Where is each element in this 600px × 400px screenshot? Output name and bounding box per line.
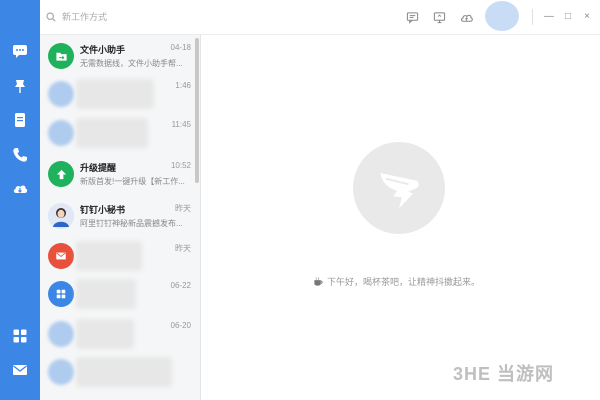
- conversation-time: 昨天: [175, 204, 191, 213]
- greeting-text: 下午好，喝杯茶吧，让精神抖擞起来。: [327, 277, 481, 287]
- blurred-content: [76, 241, 142, 271]
- cloud-icon[interactable]: [11, 179, 29, 197]
- conversation-item[interactable]: [40, 353, 195, 391]
- search-icon: [46, 12, 56, 22]
- conversation-list: 文件小助手 无需数据线，文件小助手帮... 04-18 1:46 11:45 升…: [40, 35, 201, 400]
- divider: [532, 9, 533, 25]
- conversation-time: 06-20: [170, 321, 191, 330]
- left-nav-rail: [0, 0, 40, 400]
- avatar: [48, 359, 74, 385]
- conversation-item[interactable]: 06-20: [40, 315, 195, 353]
- minimize-button[interactable]: —: [543, 10, 555, 22]
- conversation-time: 06-22: [170, 281, 191, 290]
- blurred-content: [76, 118, 148, 148]
- close-button[interactable]: ×: [581, 10, 593, 22]
- phone-icon[interactable]: [11, 146, 29, 164]
- user-avatar[interactable]: [485, 1, 519, 31]
- conversation-item[interactable]: 1:46: [40, 75, 195, 113]
- grid-apps-icon[interactable]: [11, 327, 29, 345]
- conversation-item[interactable]: 11:45: [40, 114, 195, 152]
- conversation-time: 10:52: [170, 161, 191, 170]
- message-icon[interactable]: [11, 42, 29, 60]
- grid-apps-icon: [48, 281, 74, 307]
- conversation-time: 04-18: [170, 43, 191, 52]
- watermark: 3HE 当游网: [453, 364, 555, 384]
- mail-icon: [48, 243, 74, 269]
- chat-empty-state: 下午好，喝杯茶吧，让精神抖擞起来。: [201, 35, 600, 400]
- top-bar: — □ ×: [40, 0, 600, 35]
- conversation-title: 文件小助手: [80, 45, 126, 55]
- avatar: [48, 81, 74, 107]
- conversation-item-file-helper[interactable]: 文件小助手 无需数据线，文件小助手帮... 04-18: [40, 37, 195, 75]
- conversation-item-upgrade[interactable]: 升级提醒 新版首发!一键升级【新工作... 10:52: [40, 155, 195, 193]
- mail-icon[interactable]: [11, 361, 29, 379]
- conversation-preview: 无需数据线，文件小助手帮...: [80, 59, 183, 68]
- pin-icon[interactable]: [11, 77, 29, 95]
- avatar: [48, 120, 74, 146]
- cloud-upload-icon[interactable]: [459, 10, 473, 24]
- conversation-title: 钉钉小秘书: [80, 205, 126, 215]
- blurred-content: [76, 319, 134, 349]
- coffee-cup-icon: [314, 277, 323, 286]
- conversation-item[interactable]: 06-22: [40, 275, 195, 313]
- dingtalk-logo-icon: [353, 142, 445, 234]
- screen-share-icon[interactable]: [432, 10, 446, 24]
- search-box[interactable]: [46, 9, 196, 25]
- maximize-button[interactable]: □: [562, 10, 574, 22]
- conversation-item-secretary[interactable]: 钉钉小秘书 阿里钉钉神秘新品震撼发布... 昨天: [40, 197, 195, 235]
- notebook-icon[interactable]: [11, 111, 29, 129]
- conversation-title: 升级提醒: [80, 163, 117, 173]
- avatar: [48, 321, 74, 347]
- conversation-preview: 阿里钉钉神秘新品震撼发布...: [80, 219, 183, 228]
- blurred-content: [76, 279, 136, 309]
- chat-bubble-icon[interactable]: [405, 10, 419, 24]
- conversation-time: 1:46: [175, 81, 191, 90]
- conversation-preview: 新版首发!一键升级【新工作...: [80, 177, 185, 186]
- conversation-time: 11:45: [171, 120, 191, 129]
- greeting: 下午好，喝杯茶吧，让精神抖擞起来。: [313, 275, 480, 288]
- list-scrollbar[interactable]: [195, 38, 199, 183]
- search-input[interactable]: [60, 11, 184, 23]
- upgrade-arrow-icon: [48, 161, 74, 187]
- person-avatar: [48, 203, 74, 229]
- blurred-content: [76, 357, 172, 387]
- blurred-content: [76, 79, 154, 109]
- conversation-item[interactable]: 昨天: [40, 237, 195, 275]
- folder-icon: [48, 43, 74, 69]
- conversation-time: 昨天: [175, 244, 191, 253]
